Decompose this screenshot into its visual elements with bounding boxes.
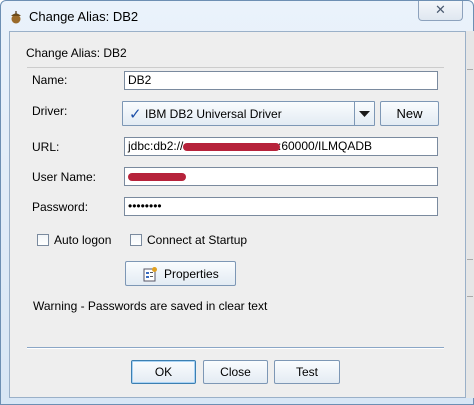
dialog-heading: Change Alias: DB2 (26, 46, 127, 60)
driver-label: Driver: (32, 104, 68, 118)
properties-icon (143, 267, 157, 282)
dropdown-separator (354, 102, 355, 125)
title-bar[interactable]: Change Alias: DB2 ✕ (1, 1, 473, 31)
connect-startup-checkbox[interactable] (130, 234, 142, 246)
test-button[interactable]: Test (274, 360, 340, 384)
side-divider (467, 69, 473, 70)
side-divider (467, 259, 473, 260)
new-driver-button[interactable]: New (380, 101, 439, 126)
warning-text: Warning - Passwords are saved in clear t… (33, 299, 268, 313)
ok-button[interactable]: OK (131, 360, 196, 384)
properties-button[interactable]: Properties (125, 261, 236, 286)
name-input[interactable]: DB2 (124, 71, 438, 90)
auto-logon-label[interactable]: Auto logon (54, 233, 111, 247)
redaction-mark (128, 173, 186, 181)
username-label: User Name: (32, 170, 97, 184)
password-label: Password: (32, 200, 89, 214)
acorn-icon (11, 11, 21, 24)
side-panel-edge (466, 31, 474, 398)
driver-value: IBM DB2 Universal Driver (145, 107, 282, 121)
checkmark-icon: ✓ (129, 106, 142, 123)
dialog-window: Change Alias: DB2 ✕ Change Alias: DB2 Na… (0, 0, 474, 405)
footer-divider-highlight (27, 348, 444, 349)
driver-select[interactable]: ✓ IBM DB2 Universal Driver (122, 101, 375, 126)
url-suffix: :60000/ILMQADB (278, 139, 373, 153)
close-button[interactable]: Close (203, 360, 268, 384)
side-divider (467, 296, 473, 297)
auto-logon-checkbox[interactable] (37, 234, 49, 246)
url-label: URL: (32, 140, 60, 154)
close-window-button[interactable]: ✕ (418, 1, 463, 21)
chevron-down-icon[interactable] (359, 111, 370, 118)
url-prefix: jdbc:db2:// (128, 139, 184, 153)
url-input[interactable]: jdbc:db2:// :60000/ILMQADB (124, 137, 438, 156)
heading-divider (27, 67, 444, 68)
connect-startup-label[interactable]: Connect at Startup (147, 233, 247, 247)
name-label: Name: (32, 73, 68, 87)
redaction-mark (183, 143, 280, 151)
properties-label: Properties (164, 267, 219, 281)
password-input[interactable]: •••••••• (124, 197, 438, 216)
window-title: Change Alias: DB2 (29, 9, 139, 24)
close-icon: ✕ (435, 2, 446, 17)
